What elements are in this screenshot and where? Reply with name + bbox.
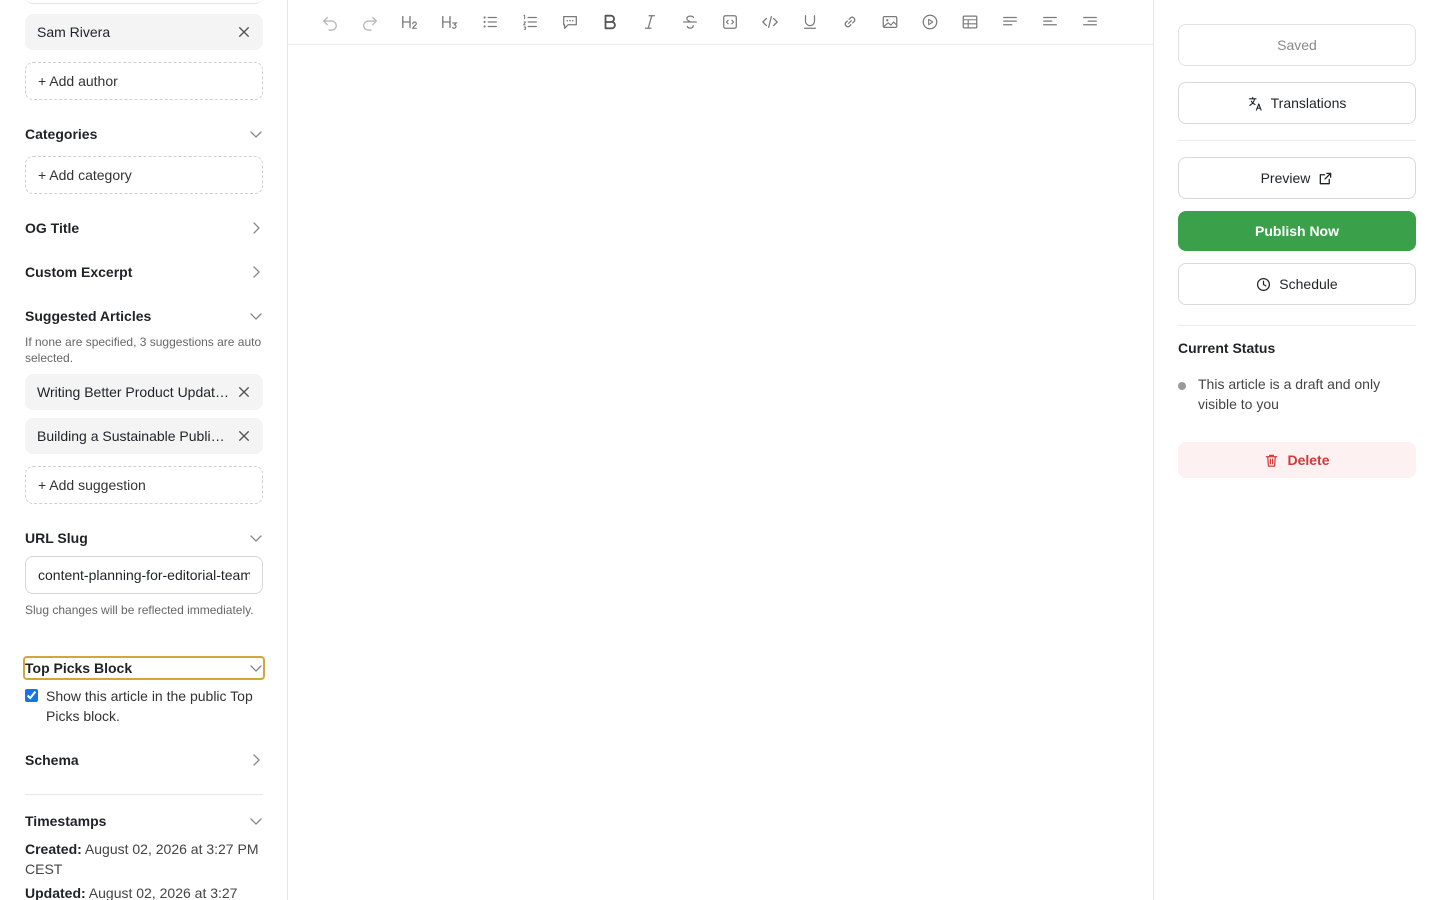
remove-suggestion-icon[interactable]	[237, 385, 251, 399]
current-status: This article is a draft and only visible…	[1178, 374, 1416, 414]
top-picks-checkbox-label: Show this article in the public Top Pick…	[46, 688, 253, 724]
slug-help-text: Slug changes will be reflected immediate…	[25, 603, 254, 617]
article-editor: Sam Rivera + Add author Categories + Add…	[0, 0, 1440, 900]
translations-button[interactable]: Translations	[1178, 82, 1416, 124]
publish-panel: Saved Translations Preview Publish Now S…	[1153, 0, 1440, 900]
og-title-title: OG Title	[25, 220, 80, 236]
trash-icon	[1266, 454, 1278, 467]
updated-timestamp: Updated: August 02, 2026 at 3:27	[25, 883, 263, 900]
panel-divider	[1178, 140, 1416, 141]
current-status-title: Current Status	[1178, 340, 1276, 356]
image-icon[interactable]	[879, 11, 901, 33]
author-chip: Sam Rivera	[25, 14, 263, 50]
chevron-right-icon	[249, 753, 263, 767]
remove-author-icon[interactable]	[237, 25, 251, 39]
suggested-articles-header[interactable]: Suggested Articles	[25, 306, 263, 326]
updated-label: Updated:	[25, 885, 86, 900]
align-right-icon[interactable]	[1079, 11, 1101, 33]
section-divider	[25, 794, 263, 795]
comment-icon[interactable]	[559, 11, 581, 33]
suggested-article-label: Writing Better Product Updates	[37, 384, 230, 400]
ordered-list-icon[interactable]	[519, 11, 541, 33]
custom-excerpt-title: Custom Excerpt	[25, 264, 133, 280]
categories-title: Categories	[25, 126, 98, 142]
schedule-label: Schedule	[1279, 276, 1338, 292]
heading-3-icon[interactable]	[439, 11, 461, 33]
table-icon[interactable]	[959, 11, 981, 33]
translate-icon	[1248, 96, 1262, 111]
heading-2-icon[interactable]	[399, 11, 421, 33]
remove-suggestion-icon[interactable]	[237, 429, 251, 443]
status-dot	[1178, 382, 1186, 390]
suggested-article-label: Building a Sustainable Publishing Workfl…	[37, 428, 237, 444]
clock-icon	[1257, 277, 1271, 291]
categories-header[interactable]: Categories	[25, 124, 263, 144]
created-label: Created:	[25, 841, 82, 857]
chevron-down-icon	[249, 531, 263, 545]
url-slug-title: URL Slug	[25, 530, 88, 546]
url-slug-input[interactable]	[25, 556, 263, 594]
external-link-icon	[1320, 172, 1332, 184]
video-icon[interactable]	[919, 11, 941, 33]
og-title-header[interactable]: OG Title	[25, 218, 263, 238]
chevron-down-icon	[249, 127, 263, 141]
preview-label: Preview	[1260, 170, 1311, 186]
translations-label: Translations	[1270, 95, 1347, 111]
add-category-button[interactable]: + Add category	[25, 156, 263, 194]
delete-button[interactable]: Delete	[1178, 442, 1416, 478]
add-author-button[interactable]: + Add author	[25, 62, 263, 100]
top-picks-header[interactable]: Top Picks Block	[23, 656, 265, 680]
undo-icon[interactable]	[319, 11, 341, 33]
chevron-down-icon	[249, 661, 263, 675]
suggested-article-chip: Writing Better Product Updates	[25, 374, 263, 410]
suggested-articles-title: Suggested Articles	[25, 308, 152, 324]
panel-divider	[1178, 325, 1416, 326]
suggested-help-text: If none are specified, 3 suggestions are…	[25, 335, 262, 365]
redo-icon[interactable]	[359, 11, 381, 33]
editor-area	[288, 0, 1153, 900]
url-slug-header[interactable]: URL Slug	[25, 528, 263, 548]
italic-icon[interactable]	[639, 11, 661, 33]
timestamps-header[interactable]: Timestamps	[25, 811, 263, 831]
editor-content-area[interactable]	[288, 46, 1153, 900]
underline-icon[interactable]	[799, 11, 821, 33]
link-icon[interactable]	[839, 11, 861, 33]
suggested-article-chip: Building a Sustainable Publishing Workfl…	[25, 418, 263, 454]
bold-icon[interactable]	[599, 11, 621, 33]
formatting-toolbar	[288, 0, 1153, 45]
custom-excerpt-header[interactable]: Custom Excerpt	[25, 262, 263, 282]
top-picks-checkbox[interactable]	[25, 689, 38, 702]
schedule-button[interactable]: Schedule	[1178, 263, 1416, 305]
saved-button[interactable]: Saved	[1178, 24, 1416, 66]
schema-title: Schema	[25, 752, 79, 768]
align-justify-icon[interactable]	[999, 11, 1021, 33]
publish-now-button[interactable]: Publish Now	[1178, 211, 1416, 251]
chevron-down-icon	[249, 309, 263, 323]
author-chip-label: Sam Rivera	[37, 24, 111, 40]
chevron-right-icon	[249, 221, 263, 235]
timestamps-title: Timestamps	[25, 813, 107, 829]
chevron-right-icon	[249, 265, 263, 279]
top-picks-option[interactable]: Show this article in the public Top Pick…	[25, 686, 265, 726]
chevron-down-icon	[249, 814, 263, 828]
bullet-list-icon[interactable]	[479, 11, 501, 33]
code-block-icon[interactable]	[719, 11, 741, 33]
created-timestamp: Created: August 02, 2026 at 3:27 PM CEST	[25, 839, 263, 879]
align-left-icon[interactable]	[1039, 11, 1061, 33]
add-suggestion-button[interactable]: + Add suggestion	[25, 466, 263, 504]
schema-header[interactable]: Schema	[25, 750, 263, 770]
preview-button[interactable]: Preview	[1178, 157, 1416, 199]
top-picks-title: Top Picks Block	[25, 660, 133, 676]
delete-label: Delete	[1287, 452, 1330, 468]
settings-sidebar: Sam Rivera + Add author Categories + Add…	[0, 0, 288, 900]
sidebar-top-divider	[25, 0, 263, 4]
strikethrough-icon[interactable]	[679, 11, 701, 33]
updated-value: August 02, 2026 at 3:27	[88, 885, 238, 900]
status-text: This article is a draft and only visible…	[1198, 376, 1381, 412]
code-icon[interactable]	[759, 11, 781, 33]
